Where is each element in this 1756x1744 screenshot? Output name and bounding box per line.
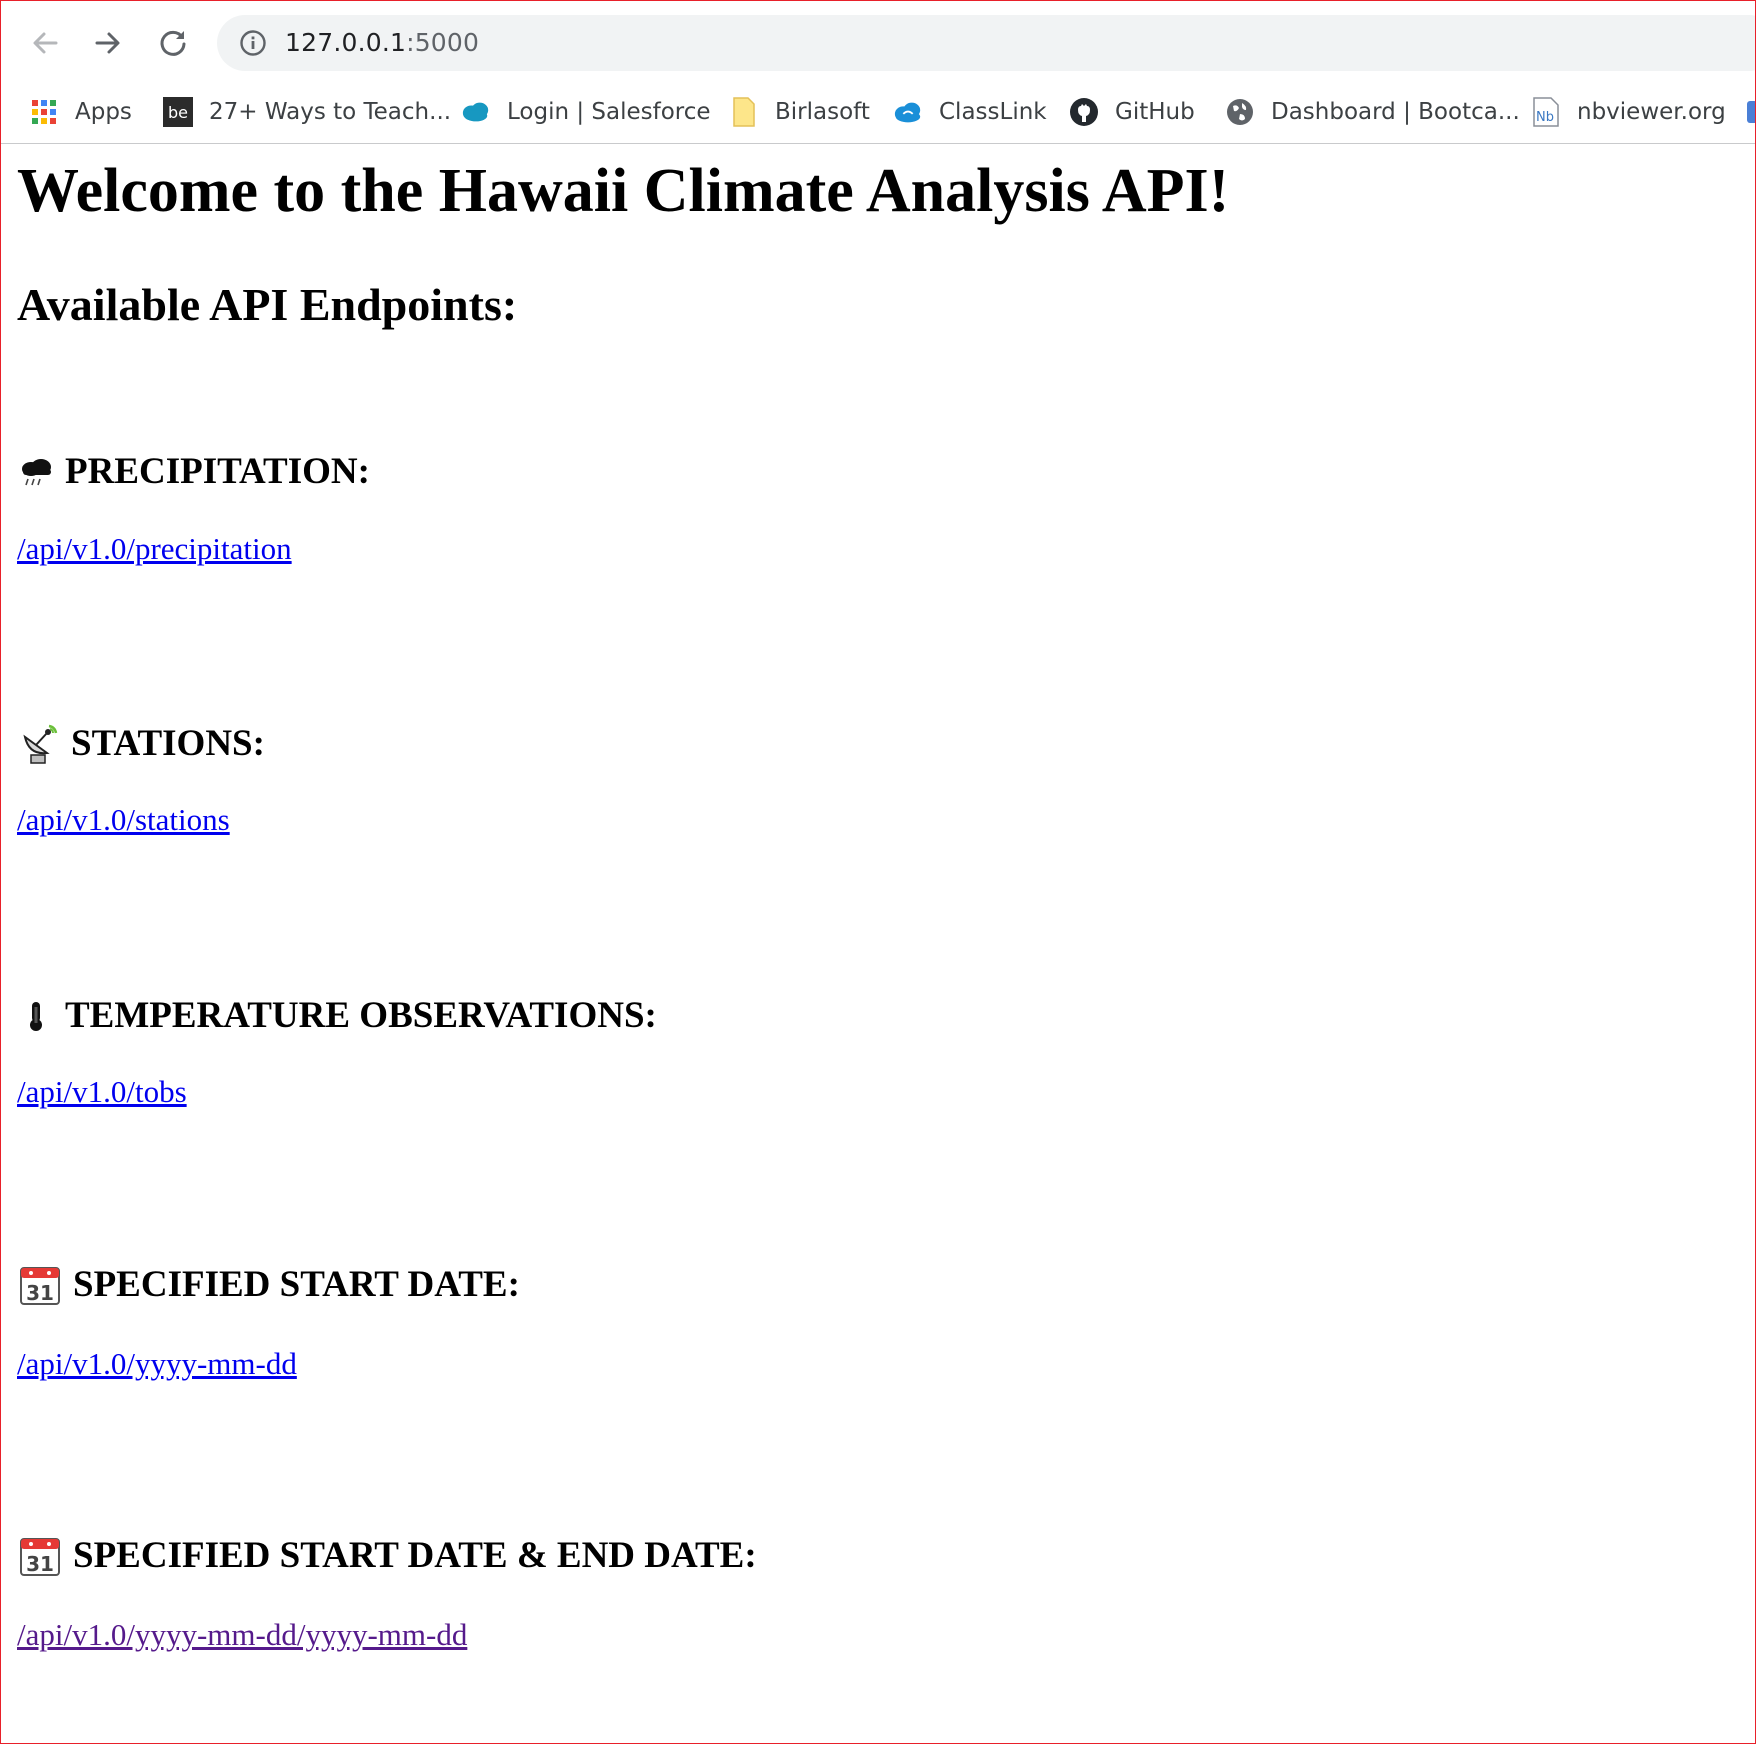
bookmark-label: GitHub [1115,99,1195,125]
section-precipitation-heading: PRECIPITATION: [19,450,370,493]
reload-icon [160,30,186,56]
page-title: Welcome to the Hawaii Climate Analysis A… [17,157,1230,225]
calendar-icon: 31 [19,1264,61,1306]
page-subtitle: Available API Endpoints: [17,279,518,330]
bookmark-label: Login | Salesforce [507,99,711,125]
section-heading-text: STATIONS: [71,723,265,764]
calendar-icon: 31 [19,1535,61,1577]
reload-button[interactable] [151,21,195,65]
be-icon: be [163,97,193,127]
browser-window: 127.0.0.1:5000 Apps be 27+ Ways to Teach… [0,0,1756,1744]
apps-grid-icon [29,97,59,127]
section-heading-text: SPECIFIED START DATE & END DATE: [73,1535,757,1576]
nb-icon: Nb [1531,97,1561,127]
bookmark-birlasoft[interactable]: Birlasoft [729,89,870,135]
section-start-end-date-heading: 31 SPECIFIED START DATE & END DATE: [19,1534,757,1577]
url-port: :5000 [406,28,480,57]
partial-bookmark-icon [1747,101,1755,123]
bookmark-overflow-partial[interactable] [1747,89,1755,135]
section-heading-text: TEMPERATURE OBSERVATIONS: [65,995,657,1036]
bookmark-nbviewer[interactable]: Nb nbviewer.org [1531,89,1726,135]
forward-button[interactable] [86,21,130,65]
salesforce-cloud-icon [461,97,491,127]
bookmark-label: nbviewer.org [1577,99,1726,125]
calendar-day-number: 31 [26,1552,54,1576]
classlink-cloud-icon [893,97,923,127]
url-text: 127.0.0.1:5000 [285,28,479,57]
bookmark-salesforce[interactable]: Login | Salesforce [461,89,711,135]
folder-icon [729,97,759,127]
section-temperature-heading: TEMPERATURE OBSERVATIONS: [19,994,657,1037]
browser-toolbar: 127.0.0.1:5000 [1,1,1755,81]
endpoint-link-precipitation[interactable]: /api/v1.0/precipitation [17,531,292,567]
rain-cloud-icon [19,455,53,489]
satellite-dish-icon [19,723,59,765]
bookmark-dashboard[interactable]: Dashboard | Bootca... [1225,89,1520,135]
bookmarks-bar: Apps be 27+ Ways to Teach... Login | Sal… [1,81,1755,144]
back-arrow-icon [33,32,58,54]
bookmark-github[interactable]: GitHub [1069,89,1195,135]
bookmark-apps[interactable]: Apps [29,89,132,135]
section-start-date-heading: 31 SPECIFIED START DATE: [19,1263,520,1306]
forward-arrow-icon [95,32,120,54]
section-heading-text: PRECIPITATION: [65,451,370,492]
section-stations-heading: STATIONS: [19,722,265,765]
address-bar[interactable]: 127.0.0.1:5000 [217,15,1755,71]
thermometer-icon [19,999,53,1033]
url-host: 127.0.0.1 [285,28,407,57]
bookmark-label: Dashboard | Bootca... [1271,99,1520,125]
endpoint-link-start-date[interactable]: /api/v1.0/yyyy-mm-dd [17,1346,297,1382]
bookmark-label: ClassLink [939,99,1047,125]
bookmark-classlink[interactable]: ClassLink [893,89,1047,135]
calendar-day-number: 31 [26,1281,54,1305]
endpoint-link-stations[interactable]: /api/v1.0/stations [17,802,230,838]
section-heading-text: SPECIFIED START DATE: [73,1264,520,1305]
endpoint-link-tobs[interactable]: /api/v1.0/tobs [17,1074,187,1110]
svg-text:be: be [168,103,188,122]
bookmark-label: Apps [75,99,132,125]
github-icon [1069,97,1099,127]
info-icon[interactable] [239,29,267,57]
back-button[interactable] [23,21,67,65]
svg-text:Nb: Nb [1536,110,1554,125]
bookmark-27-ways[interactable]: be 27+ Ways to Teach... [163,89,451,135]
bookmark-label: 27+ Ways to Teach... [209,99,452,125]
globe-icon [1225,97,1255,127]
endpoint-link-start-end-date[interactable]: /api/v1.0/yyyy-mm-dd/yyyy-mm-dd [17,1617,467,1653]
bookmark-label: Birlasoft [775,99,870,125]
